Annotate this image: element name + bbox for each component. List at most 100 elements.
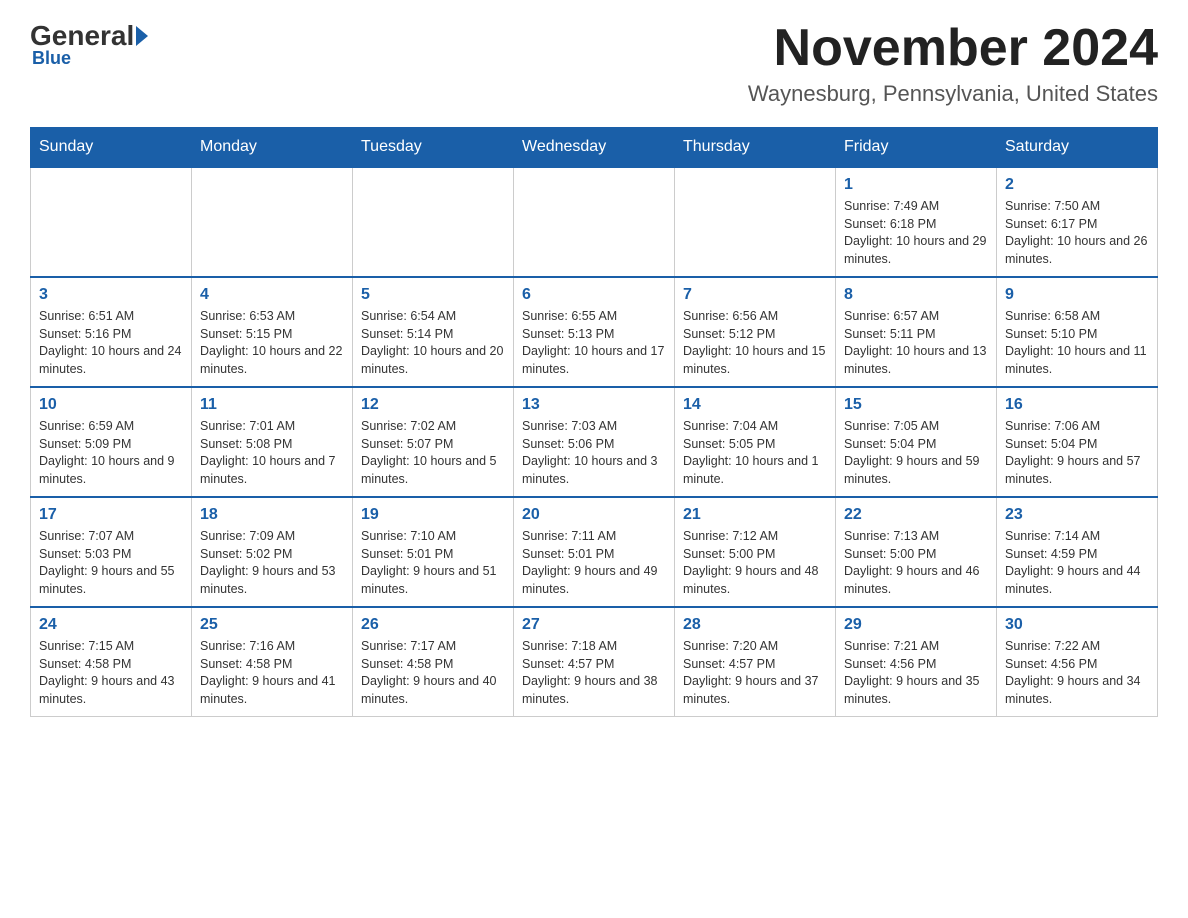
day-info: Sunrise: 7:09 AM Sunset: 5:02 PM Dayligh… (200, 528, 344, 598)
calendar-day-cell: 3 Sunrise: 6:51 AM Sunset: 5:16 PM Daylig… (31, 277, 192, 387)
day-info: Sunrise: 7:01 AM Sunset: 5:08 PM Dayligh… (200, 418, 344, 488)
day-number: 11 (200, 396, 344, 414)
day-info: Sunrise: 6:54 AM Sunset: 5:14 PM Dayligh… (361, 308, 505, 378)
calendar-day-cell: 14 Sunrise: 7:04 AM Sunset: 5:05 PM Dayli… (675, 387, 836, 497)
calendar-day-cell: 18Sunrise: 7:09 AM Sunset: 5:02 PM Dayli… (192, 497, 353, 607)
day-info: Sunrise: 7:16 AM Sunset: 4:58 PM Dayligh… (200, 638, 344, 708)
day-number: 17 (39, 506, 183, 524)
day-number: 29 (844, 616, 988, 634)
day-info: Sunrise: 6:57 AM Sunset: 5:11 PM Dayligh… (844, 308, 988, 378)
day-info: Sunrise: 7:17 AM Sunset: 4:58 PM Dayligh… (361, 638, 505, 708)
day-number: 5 (361, 286, 505, 304)
day-number: 25 (200, 616, 344, 634)
calendar-table: SundayMondayTuesdayWednesdayThursdayFrid… (30, 127, 1158, 717)
day-info: Sunrise: 6:55 AM Sunset: 5:13 PM Dayligh… (522, 308, 666, 378)
page-header: General Blue November 2024 Waynesburg, P… (30, 20, 1158, 107)
day-number: 23 (1005, 506, 1149, 524)
calendar-week-row: 3 Sunrise: 6:51 AM Sunset: 5:16 PM Daylig… (31, 277, 1158, 387)
calendar-day-cell: 6 Sunrise: 6:55 AM Sunset: 5:13 PM Daylig… (514, 277, 675, 387)
calendar-day-cell: 28 Sunrise: 7:20 AM Sunset: 4:57 PM Dayli… (675, 607, 836, 717)
day-number: 2 (1005, 176, 1149, 194)
calendar-day-cell: 5 Sunrise: 6:54 AM Sunset: 5:14 PM Daylig… (353, 277, 514, 387)
day-number: 16 (1005, 396, 1149, 414)
day-info: Sunrise: 7:04 AM Sunset: 5:05 PM Dayligh… (683, 418, 827, 488)
calendar-day-cell: 15 Sunrise: 7:05 AM Sunset: 5:04 PM Dayli… (836, 387, 997, 497)
day-number: 9 (1005, 286, 1149, 304)
calendar-day-cell: 10 Sunrise: 6:59 AM Sunset: 5:09 PM Dayli… (31, 387, 192, 497)
day-number: 26 (361, 616, 505, 634)
day-info: Sunrise: 7:03 AM Sunset: 5:06 PM Dayligh… (522, 418, 666, 488)
calendar-day-cell: 12Sunrise: 7:02 AM Sunset: 5:07 PM Dayli… (353, 387, 514, 497)
day-number: 10 (39, 396, 183, 414)
logo: General Blue (30, 20, 152, 69)
day-number: 20 (522, 506, 666, 524)
calendar-day-cell: 22 Sunrise: 7:13 AM Sunset: 5:00 PM Dayli… (836, 497, 997, 607)
day-info: Sunrise: 7:14 AM Sunset: 4:59 PM Dayligh… (1005, 528, 1149, 598)
day-of-week-header: Sunday (31, 128, 192, 168)
calendar-week-row: 17 Sunrise: 7:07 AM Sunset: 5:03 PM Dayli… (31, 497, 1158, 607)
calendar-week-row: 1 Sunrise: 7:49 AM Sunset: 6:18 PM Daylig… (31, 167, 1158, 277)
day-number: 8 (844, 286, 988, 304)
day-info: Sunrise: 7:15 AM Sunset: 4:58 PM Dayligh… (39, 638, 183, 708)
calendar-day-cell: 16Sunrise: 7:06 AM Sunset: 5:04 PM Dayli… (997, 387, 1158, 497)
calendar-day-cell: 1 Sunrise: 7:49 AM Sunset: 6:18 PM Daylig… (836, 167, 997, 277)
day-info: Sunrise: 7:02 AM Sunset: 5:07 PM Dayligh… (361, 418, 505, 488)
day-of-week-header: Saturday (997, 128, 1158, 168)
day-info: Sunrise: 6:51 AM Sunset: 5:16 PM Dayligh… (39, 308, 183, 378)
day-number: 3 (39, 286, 183, 304)
location-subtitle: Waynesburg, Pennsylvania, United States (748, 81, 1158, 107)
day-number: 4 (200, 286, 344, 304)
title-area: November 2024 Waynesburg, Pennsylvania, … (748, 20, 1158, 107)
day-info: Sunrise: 7:20 AM Sunset: 4:57 PM Dayligh… (683, 638, 827, 708)
day-number: 22 (844, 506, 988, 524)
calendar-week-row: 24 Sunrise: 7:15 AM Sunset: 4:58 PM Dayli… (31, 607, 1158, 717)
day-number: 28 (683, 616, 827, 634)
calendar-day-cell: 24 Sunrise: 7:15 AM Sunset: 4:58 PM Dayli… (31, 607, 192, 717)
day-info: Sunrise: 7:21 AM Sunset: 4:56 PM Dayligh… (844, 638, 988, 708)
day-info: Sunrise: 7:10 AM Sunset: 5:01 PM Dayligh… (361, 528, 505, 598)
day-number: 6 (522, 286, 666, 304)
day-number: 24 (39, 616, 183, 634)
day-number: 1 (844, 176, 988, 194)
calendar-day-cell: 17 Sunrise: 7:07 AM Sunset: 5:03 PM Dayli… (31, 497, 192, 607)
day-info: Sunrise: 7:13 AM Sunset: 5:00 PM Dayligh… (844, 528, 988, 598)
day-of-week-header: Friday (836, 128, 997, 168)
calendar-day-cell: 8 Sunrise: 6:57 AM Sunset: 5:11 PM Daylig… (836, 277, 997, 387)
calendar-day-cell (353, 167, 514, 277)
day-number: 27 (522, 616, 666, 634)
calendar-day-cell (514, 167, 675, 277)
day-number: 13 (522, 396, 666, 414)
day-info: Sunrise: 7:05 AM Sunset: 5:04 PM Dayligh… (844, 418, 988, 488)
logo-arrow-icon (136, 26, 148, 46)
day-of-week-header: Wednesday (514, 128, 675, 168)
calendar-day-cell: 21Sunrise: 7:12 AM Sunset: 5:00 PM Dayli… (675, 497, 836, 607)
day-of-week-header: Tuesday (353, 128, 514, 168)
day-number: 14 (683, 396, 827, 414)
day-of-week-header: Monday (192, 128, 353, 168)
day-info: Sunrise: 6:59 AM Sunset: 5:09 PM Dayligh… (39, 418, 183, 488)
logo-blue: Blue (30, 48, 71, 69)
calendar-day-cell (192, 167, 353, 277)
day-number: 7 (683, 286, 827, 304)
day-of-week-header: Thursday (675, 128, 836, 168)
day-info: Sunrise: 7:07 AM Sunset: 5:03 PM Dayligh… (39, 528, 183, 598)
day-info: Sunrise: 7:12 AM Sunset: 5:00 PM Dayligh… (683, 528, 827, 598)
day-info: Sunrise: 6:56 AM Sunset: 5:12 PM Dayligh… (683, 308, 827, 378)
day-info: Sunrise: 6:58 AM Sunset: 5:10 PM Dayligh… (1005, 308, 1149, 378)
calendar-header-row: SundayMondayTuesdayWednesdayThursdayFrid… (31, 128, 1158, 168)
calendar-day-cell: 9 Sunrise: 6:58 AM Sunset: 5:10 PM Daylig… (997, 277, 1158, 387)
calendar-day-cell (675, 167, 836, 277)
calendar-day-cell: 29 Sunrise: 7:21 AM Sunset: 4:56 PM Dayli… (836, 607, 997, 717)
calendar-day-cell: 11 Sunrise: 7:01 AM Sunset: 5:08 PM Dayli… (192, 387, 353, 497)
day-info: Sunrise: 7:11 AM Sunset: 5:01 PM Dayligh… (522, 528, 666, 598)
day-number: 15 (844, 396, 988, 414)
calendar-day-cell: 7 Sunrise: 6:56 AM Sunset: 5:12 PM Daylig… (675, 277, 836, 387)
calendar-day-cell: 27 Sunrise: 7:18 AM Sunset: 4:57 PM Dayli… (514, 607, 675, 717)
day-info: Sunrise: 7:49 AM Sunset: 6:18 PM Dayligh… (844, 198, 988, 268)
calendar-day-cell: 20 Sunrise: 7:11 AM Sunset: 5:01 PM Dayli… (514, 497, 675, 607)
calendar-day-cell: 23 Sunrise: 7:14 AM Sunset: 4:59 PM Dayli… (997, 497, 1158, 607)
day-info: Sunrise: 7:18 AM Sunset: 4:57 PM Dayligh… (522, 638, 666, 708)
calendar-day-cell: 25 Sunrise: 7:16 AM Sunset: 4:58 PM Dayli… (192, 607, 353, 717)
month-year-title: November 2024 (748, 20, 1158, 77)
calendar-day-cell: 4Sunrise: 6:53 AM Sunset: 5:15 PM Daylig… (192, 277, 353, 387)
